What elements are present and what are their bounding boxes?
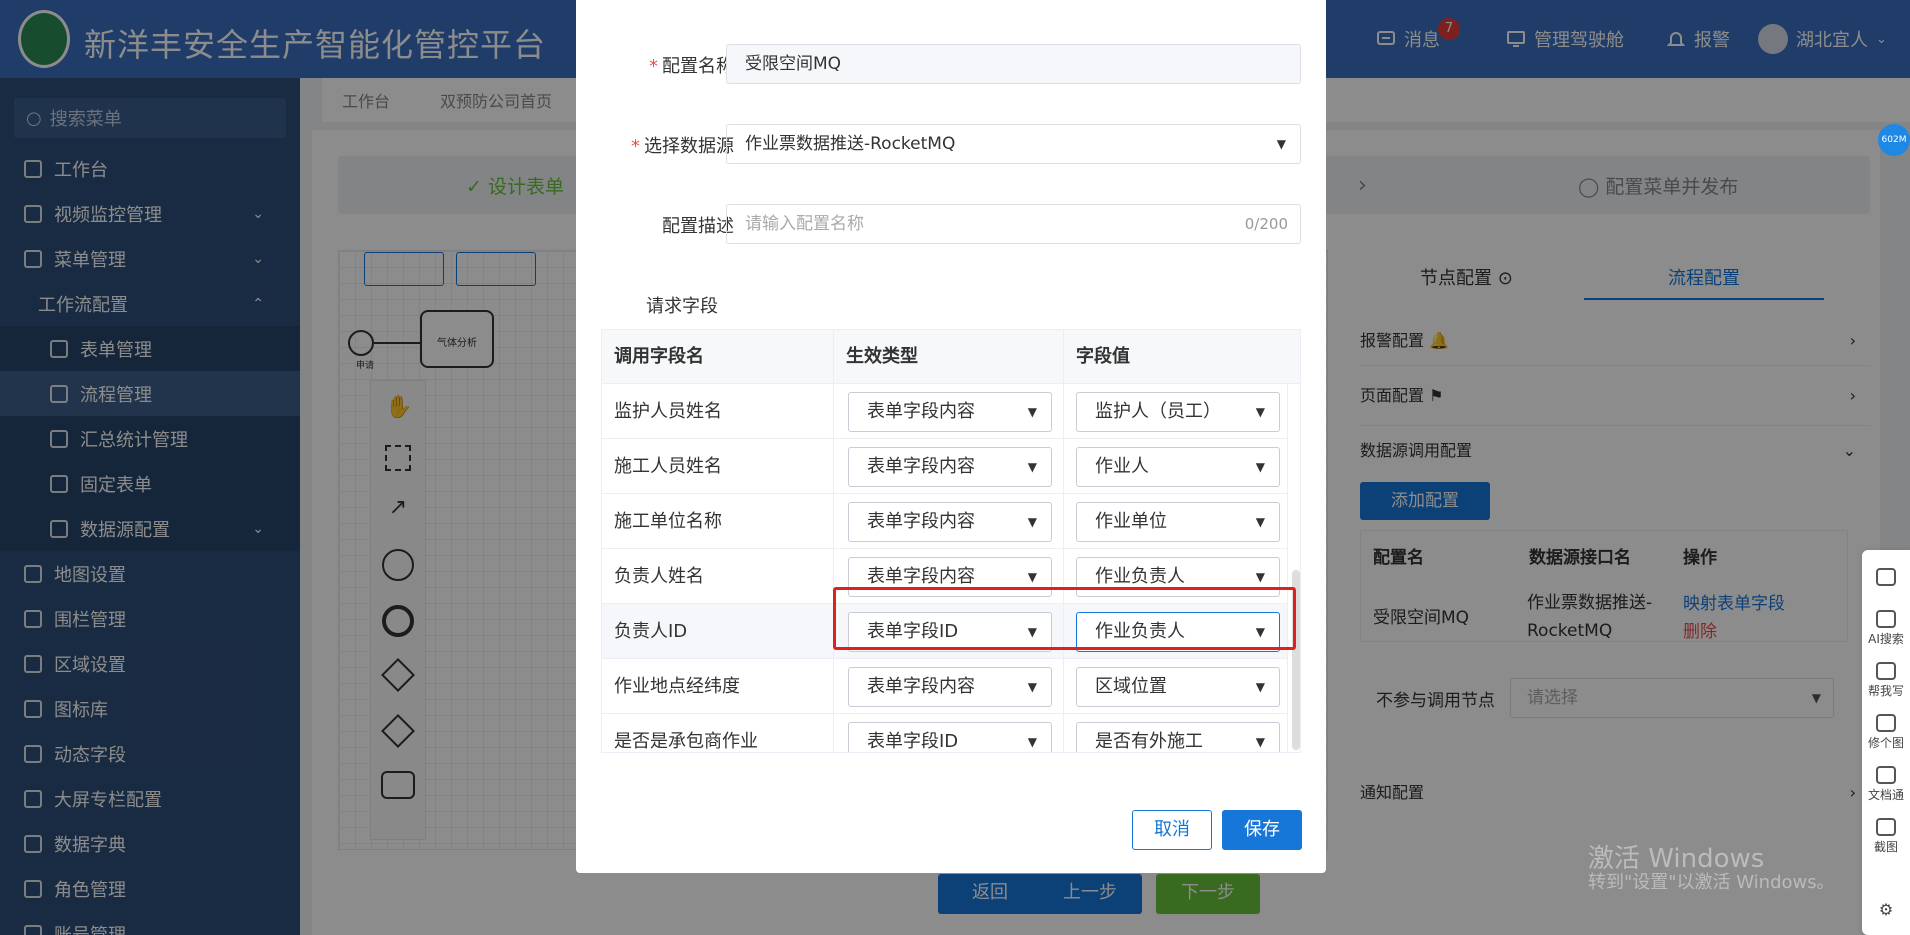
field-name: 负责人ID bbox=[602, 604, 834, 659]
field-value-cell: 作业单位 ▼ bbox=[1064, 494, 1288, 549]
caret-down-icon: ▼ bbox=[1276, 137, 1286, 151]
caret-down-icon: ▼ bbox=[1255, 680, 1265, 694]
field-value-select[interactable]: 是否有外施工 ▼ bbox=[1076, 722, 1280, 752]
field-name: 负责人姓名 bbox=[602, 549, 834, 604]
effect-type-select[interactable]: 表单字段内容 ▼ bbox=[848, 667, 1052, 707]
caret-down-icon: ▼ bbox=[1027, 405, 1037, 419]
screenshot-tool[interactable]: 截图 bbox=[1862, 818, 1910, 855]
settings-icon[interactable]: ⚙ bbox=[1862, 900, 1910, 919]
image-icon bbox=[1876, 714, 1896, 732]
table-row: 施工单位名称 表单字段内容 ▼ 作业单位 ▼ bbox=[602, 494, 1288, 549]
effect-type-cell: 表单字段内容 ▼ bbox=[834, 494, 1064, 549]
effect-type-cell: 表单字段内容 ▼ bbox=[834, 659, 1064, 714]
shield-icon bbox=[1876, 568, 1896, 586]
field-value-cell: 区域位置 ▼ bbox=[1064, 659, 1288, 714]
pen-icon bbox=[1876, 662, 1896, 680]
caret-down-icon: ▼ bbox=[1027, 515, 1037, 529]
effect-type-cell: 表单字段内容 ▼ bbox=[834, 439, 1064, 494]
effect-type-select[interactable]: 表单字段内容 ▼ bbox=[848, 502, 1052, 542]
datasource-label: * 选择数据源 bbox=[631, 136, 734, 157]
field-name: 施工单位名称 bbox=[602, 494, 834, 549]
config-desc-label: 配置描述 bbox=[662, 216, 734, 237]
caret-down-icon: ▼ bbox=[1027, 460, 1037, 474]
col-effect-type: 生效类型 bbox=[834, 330, 1064, 384]
ai-search-tool[interactable]: AI搜索 bbox=[1862, 610, 1910, 647]
field-value-select[interactable]: 监护人（员工） ▼ bbox=[1076, 392, 1280, 432]
field-value-cell: 作业人 ▼ bbox=[1064, 439, 1288, 494]
field-name: 作业地点经纬度 bbox=[602, 659, 834, 714]
field-value-select[interactable]: 区域位置 ▼ bbox=[1076, 667, 1280, 707]
caret-down-icon: ▼ bbox=[1027, 735, 1037, 749]
table-row: 监护人员姓名 表单字段内容 ▼ 监护人（员工） ▼ bbox=[602, 384, 1288, 439]
field-name: 监护人员姓名 bbox=[602, 384, 834, 439]
caret-down-icon: ▼ bbox=[1255, 460, 1265, 474]
effect-type-cell: 表单字段内容 ▼ bbox=[834, 384, 1064, 439]
camera-icon bbox=[1876, 818, 1896, 836]
field-name: 是否是承包商作业 bbox=[602, 714, 834, 752]
config-name-input[interactable]: 受限空间MQ bbox=[726, 44, 1301, 84]
datasource-select[interactable]: 作业票数据推送-RocketMQ ▼ bbox=[726, 124, 1301, 164]
right-toolbar: AI搜索 帮我写 修个图 文档通 截图 ⚙ bbox=[1862, 550, 1910, 935]
windows-watermark-sub: 转到"设置"以激活 Windows。 bbox=[1588, 872, 1835, 893]
shield-tool[interactable] bbox=[1862, 568, 1910, 588]
fix-image-tool[interactable]: 修个图 bbox=[1862, 714, 1910, 751]
field-value-select[interactable]: 作业人 ▼ bbox=[1076, 447, 1280, 487]
cancel-button[interactable]: 取消 bbox=[1132, 810, 1212, 850]
table-row: 是否是承包商作业 表单字段ID ▼ 是否有外施工 ▼ bbox=[602, 714, 1288, 752]
doc-tool[interactable]: 文档通 bbox=[1862, 766, 1910, 803]
col-field-name: 调用字段名 bbox=[602, 330, 834, 384]
save-button[interactable]: 保存 bbox=[1222, 810, 1302, 850]
char-count: 0/200 bbox=[1244, 215, 1288, 233]
field-value-select[interactable]: 作业单位 ▼ bbox=[1076, 502, 1280, 542]
highlight-box bbox=[833, 587, 1296, 650]
document-icon bbox=[1876, 766, 1896, 784]
table-row: 施工人员姓名 表单字段内容 ▼ 作业人 ▼ bbox=[602, 439, 1288, 494]
caret-down-icon: ▼ bbox=[1255, 735, 1265, 749]
config-desc-input[interactable]: 请输入配置名称 0/200 bbox=[726, 204, 1301, 244]
field-value-cell: 监护人（员工） ▼ bbox=[1064, 384, 1288, 439]
col-field-value: 字段值 bbox=[1064, 330, 1300, 384]
effect-type-select[interactable]: 表单字段内容 ▼ bbox=[848, 447, 1052, 487]
effect-type-select[interactable]: 表单字段ID ▼ bbox=[848, 722, 1052, 752]
config-name-label: * 配置名称 bbox=[649, 56, 734, 77]
effect-type-cell: 表单字段ID ▼ bbox=[834, 714, 1064, 752]
request-fields-label: 请求字段 bbox=[646, 296, 718, 317]
request-fields-table: 调用字段名 生效类型 字段值 监护人员姓名 表单字段内容 ▼ 监护人（员工） ▼ 施工人员… bbox=[601, 329, 1301, 753]
help-write-tool[interactable]: 帮我写 bbox=[1862, 662, 1910, 699]
field-value-cell: 是否有外施工 ▼ bbox=[1064, 714, 1288, 752]
memory-badge[interactable]: 602M bbox=[1878, 124, 1910, 156]
effect-type-select[interactable]: 表单字段内容 ▼ bbox=[848, 392, 1052, 432]
caret-down-icon: ▼ bbox=[1255, 405, 1265, 419]
field-name: 施工人员姓名 bbox=[602, 439, 834, 494]
caret-down-icon: ▼ bbox=[1255, 515, 1265, 529]
table-row: 作业地点经纬度 表单字段内容 ▼ 区域位置 ▼ bbox=[602, 659, 1288, 714]
ai-search-icon bbox=[1876, 610, 1896, 628]
caret-down-icon: ▼ bbox=[1027, 680, 1037, 694]
